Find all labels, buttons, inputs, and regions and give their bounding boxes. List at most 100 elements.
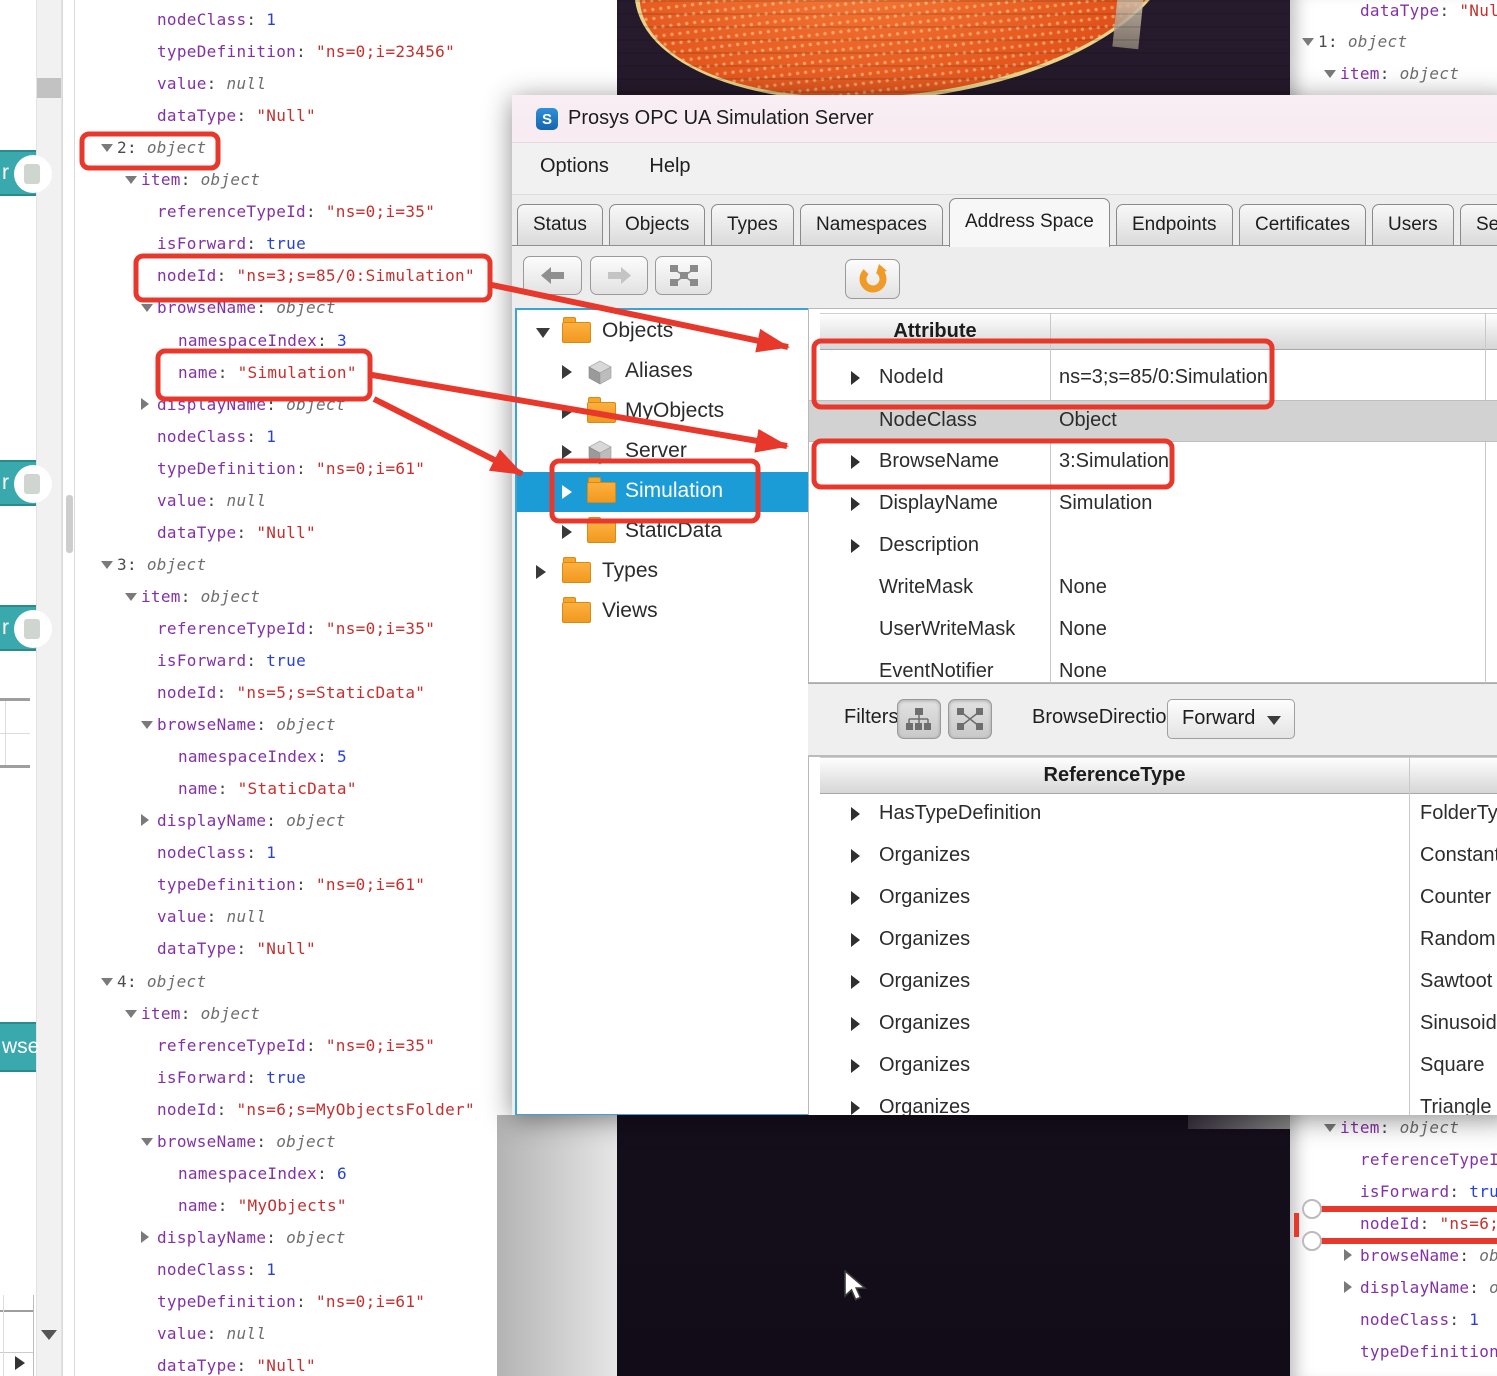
tree-item-myobjects[interactable]: MyObjects (517, 392, 816, 432)
reference-row[interactable]: OrganizesRandom (809, 920, 1497, 962)
browse-button-fragment[interactable]: wse (0, 1022, 36, 1072)
attribute-row[interactable]: BrowseName3:Simulation (809, 442, 1497, 484)
expander-open-icon[interactable] (141, 304, 153, 312)
reference-row[interactable]: OrganizesSawtoot (809, 962, 1497, 1004)
tree-item-server[interactable]: Server (517, 432, 816, 472)
tree-item-aliases[interactable]: Aliases (517, 352, 816, 392)
expander-closed-icon[interactable] (851, 975, 860, 989)
expander-closed-icon[interactable] (851, 1059, 860, 1073)
expander-open-icon[interactable] (101, 144, 113, 152)
reference-row[interactable]: OrganizesSinusoid (809, 1004, 1497, 1046)
graph-view-button[interactable] (655, 256, 712, 295)
json-key: namespaceIndex (178, 331, 317, 350)
page-scrollbar-track[interactable] (36, 0, 62, 1376)
attribute-row[interactable]: NodeIdns=3;s=85/0:Simulation (809, 358, 1497, 400)
tab-objects[interactable]: Objects (609, 204, 705, 246)
window-titlebar[interactable]: S Prosys OPC UA Simulation Server (512, 95, 1497, 143)
teal-button-fragment[interactable]: r (0, 460, 36, 506)
expander-closed-icon[interactable] (562, 485, 572, 499)
reference-target: Constant (1420, 844, 1497, 867)
arrow-right-icon (607, 266, 631, 285)
expander-closed-icon[interactable] (851, 891, 860, 905)
expander-closed-icon[interactable] (851, 807, 860, 821)
tree-item-simulation[interactable]: Simulation (517, 472, 816, 512)
prosys-opcua-window: S Prosys OPC UA Simulation Server Option… (512, 95, 1497, 1115)
attribute-row[interactable]: WriteMaskNone (809, 568, 1497, 610)
tree-item-objects[interactable]: Objects (517, 312, 816, 352)
expander-closed-icon[interactable] (851, 455, 860, 469)
reference-row[interactable]: OrganizesSquare (809, 1046, 1497, 1088)
expander-open-icon[interactable] (141, 1138, 153, 1146)
tab-address-space[interactable]: Address Space (949, 198, 1110, 247)
filters-label: Filters (844, 706, 898, 729)
expander-closed-icon[interactable] (851, 539, 860, 553)
expander-closed-icon[interactable] (562, 365, 572, 379)
attribute-row[interactable]: DisplayNameSimulation (809, 484, 1497, 526)
tab-certificates[interactable]: Certificates (1239, 204, 1366, 246)
expander-closed-icon[interactable] (851, 933, 860, 947)
tab-status[interactable]: Status (517, 204, 603, 246)
menu-options[interactable]: Options (536, 155, 613, 178)
tree-item-views[interactable]: Views (517, 592, 816, 632)
json-value: "ns=0;i=35" (326, 1036, 435, 1055)
attribute-name: NodeId (879, 366, 944, 389)
tab-users[interactable]: Users (1372, 204, 1454, 246)
hierarchy-filter-button[interactable] (897, 699, 941, 739)
expander-closed-icon[interactable] (851, 371, 860, 385)
attribute-row[interactable]: Description (809, 526, 1497, 568)
attribute-row[interactable]: NodeClassObject (809, 400, 1497, 442)
reference-row[interactable]: HasTypeDefinitionFolderTy (809, 794, 1497, 836)
tab-namespaces[interactable]: Namespaces (800, 204, 943, 246)
json-value: "ns=5;s=StaticData" (236, 683, 425, 702)
menu-help[interactable]: Help (645, 155, 694, 178)
back-button[interactable] (523, 256, 582, 295)
folder-icon (562, 562, 591, 583)
browse-direction-dropdown[interactable]: Forward (1167, 699, 1295, 739)
tree-item-types[interactable]: Types (517, 552, 816, 592)
expander-closed-icon[interactable] (141, 398, 149, 410)
expander-open-icon[interactable] (125, 1010, 137, 1018)
page-scrollbar-thumb[interactable] (37, 78, 61, 98)
reference-row[interactable]: OrganizesConstant (809, 836, 1497, 878)
json-line: typeDefinition: "ns=0;i=61" (157, 458, 425, 480)
expander-closed-icon[interactable] (562, 525, 572, 539)
expander-closed-icon[interactable] (536, 565, 546, 579)
refresh-button[interactable] (845, 259, 900, 299)
expander-open-icon[interactable] (536, 328, 550, 338)
json-colon: : (218, 1196, 238, 1215)
expander-open-icon[interactable] (125, 593, 137, 601)
expander-closed-icon[interactable] (851, 849, 860, 863)
expander-closed-icon[interactable] (141, 1231, 149, 1243)
expander-open-icon[interactable] (101, 978, 113, 986)
expander-open-icon[interactable] (101, 561, 113, 569)
teal-button-fragment[interactable]: r (0, 150, 36, 196)
window-content: ObjectsAliasesMyObjectsServerSimulationS… (512, 245, 1497, 1115)
json-value: object (276, 298, 336, 317)
chevron-right-icon[interactable] (15, 1356, 25, 1370)
expander-closed-icon[interactable] (851, 1101, 860, 1115)
expander-closed-icon[interactable] (851, 1017, 860, 1031)
attribute-row[interactable]: UserWriteMaskNone (809, 610, 1497, 652)
reference-type: Organizes (879, 1012, 970, 1035)
reference-row[interactable]: OrganizesTriangle (809, 1088, 1497, 1115)
expander-open-icon[interactable] (141, 721, 153, 729)
json-line: typeDefinition: "ns=0;i=61" (157, 874, 425, 896)
expander-closed-icon[interactable] (141, 814, 149, 826)
tab-types[interactable]: Types (711, 204, 794, 246)
json-key: nodeClass (157, 427, 246, 446)
reference-row[interactable]: OrganizesCounter (809, 878, 1497, 920)
tab-endpoints[interactable]: Endpoints (1116, 204, 1233, 246)
chevron-down-icon[interactable] (41, 1330, 57, 1340)
tree-item-staticdata[interactable]: StaticData (517, 512, 816, 552)
expander-closed-icon[interactable] (562, 405, 572, 419)
inner-scrollbar-thumb[interactable] (66, 495, 73, 553)
graph-filter-button[interactable] (948, 699, 992, 739)
json-line: isForward: true (157, 650, 306, 672)
expander-closed-icon[interactable] (562, 445, 572, 459)
teal-button-fragment[interactable]: r (0, 605, 36, 651)
tab-sess[interactable]: Sess (1460, 204, 1497, 246)
json-key: nodeId (157, 683, 217, 702)
expander-closed-icon[interactable] (851, 497, 860, 511)
expander-open-icon[interactable] (125, 176, 137, 184)
forward-button[interactable] (590, 256, 648, 295)
